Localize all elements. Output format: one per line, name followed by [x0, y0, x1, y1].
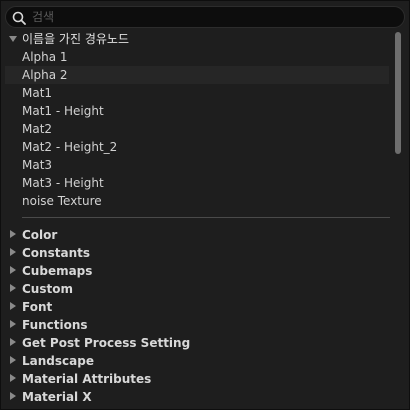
- category-label: Constants: [22, 246, 90, 260]
- collapsed-arrow-icon[interactable]: [10, 374, 16, 382]
- collapsed-arrow-icon[interactable]: [10, 266, 16, 274]
- list-item-mat1[interactable]: Mat1: [5, 84, 389, 102]
- category-label: Custom: [22, 282, 73, 296]
- list-item-noise-texture[interactable]: noise Texture: [5, 192, 389, 210]
- category-label: Landscape: [22, 354, 94, 368]
- collapsed-arrow-icon[interactable]: [10, 392, 16, 400]
- category-cubemaps[interactable]: Cubemaps: [5, 262, 389, 280]
- collapsed-arrow-icon[interactable]: [10, 356, 16, 364]
- category-label: Color: [22, 228, 58, 242]
- category-font[interactable]: Font: [5, 298, 389, 316]
- category-get-post-process-setting[interactable]: Get Post Process Setting: [5, 334, 389, 352]
- list-item-label: noise Texture: [22, 194, 102, 208]
- list-item-label: Mat3 - Height: [22, 176, 104, 190]
- category-label: Functions: [22, 318, 88, 332]
- collapsed-arrow-icon[interactable]: [10, 284, 16, 292]
- collapsed-arrow-icon[interactable]: [10, 230, 16, 238]
- category-landscape[interactable]: Landscape: [5, 352, 389, 370]
- collapsed-arrow-icon[interactable]: [10, 338, 16, 346]
- list-item-label: Mat1: [22, 86, 53, 100]
- category-label: Material Attributes: [22, 372, 152, 386]
- vertical-scrollbar[interactable]: [395, 32, 401, 404]
- search-input[interactable]: [32, 8, 396, 26]
- node-palette-panel: 이름을 가진 경유노드 Alpha 1 Alpha 2 Mat1 Mat1 - …: [0, 0, 410, 410]
- list-item-mat2-height-2[interactable]: Mat2 - Height_2: [5, 138, 389, 156]
- category-label: Material X: [22, 390, 92, 404]
- search-box[interactable]: [5, 6, 405, 28]
- list-item-mat3-height[interactable]: Mat3 - Height: [5, 174, 389, 192]
- list-item-mat1-height[interactable]: Mat1 - Height: [5, 102, 389, 120]
- category-constants[interactable]: Constants: [5, 244, 389, 262]
- list-item-label: Alpha 1: [22, 50, 68, 64]
- category-label: Get Post Process Setting: [22, 336, 191, 350]
- named-nodes-header-label: 이름을 가진 경유노드: [22, 32, 129, 46]
- list-item-label: Mat3: [22, 158, 53, 172]
- scrollbar-thumb[interactable]: [395, 32, 401, 154]
- list-item-alpha-1[interactable]: Alpha 1: [5, 48, 389, 66]
- category-color[interactable]: Color: [5, 226, 389, 244]
- list-item-label: Mat2 - Height_2: [22, 140, 118, 154]
- collapsed-arrow-icon[interactable]: [10, 302, 16, 310]
- expand-arrow-icon[interactable]: [9, 36, 17, 42]
- named-nodes-header[interactable]: 이름을 가진 경유노드: [5, 30, 389, 48]
- node-list: 이름을 가진 경유노드 Alpha 1 Alpha 2 Mat1 Mat1 - …: [5, 30, 395, 406]
- list-item-label: Alpha 2: [22, 68, 68, 82]
- list-item-mat2[interactable]: Mat2: [5, 120, 389, 138]
- category-material-attributes[interactable]: Material Attributes: [5, 370, 389, 388]
- list-item-label: Mat2: [22, 122, 53, 136]
- category-label: Cubemaps: [22, 264, 93, 278]
- search-icon: [12, 10, 26, 25]
- category-custom[interactable]: Custom: [5, 280, 389, 298]
- list-item-label: Mat1 - Height: [22, 104, 104, 118]
- category-material-x[interactable]: Material X: [5, 388, 389, 406]
- list-item-alpha-2[interactable]: Alpha 2: [5, 66, 389, 84]
- list-item-mat3[interactable]: Mat3: [5, 156, 389, 174]
- collapsed-arrow-icon[interactable]: [10, 248, 16, 256]
- collapsed-arrow-icon[interactable]: [10, 320, 16, 328]
- section-divider: [22, 217, 390, 218]
- category-label: Font: [22, 300, 53, 314]
- category-functions[interactable]: Functions: [5, 316, 389, 334]
